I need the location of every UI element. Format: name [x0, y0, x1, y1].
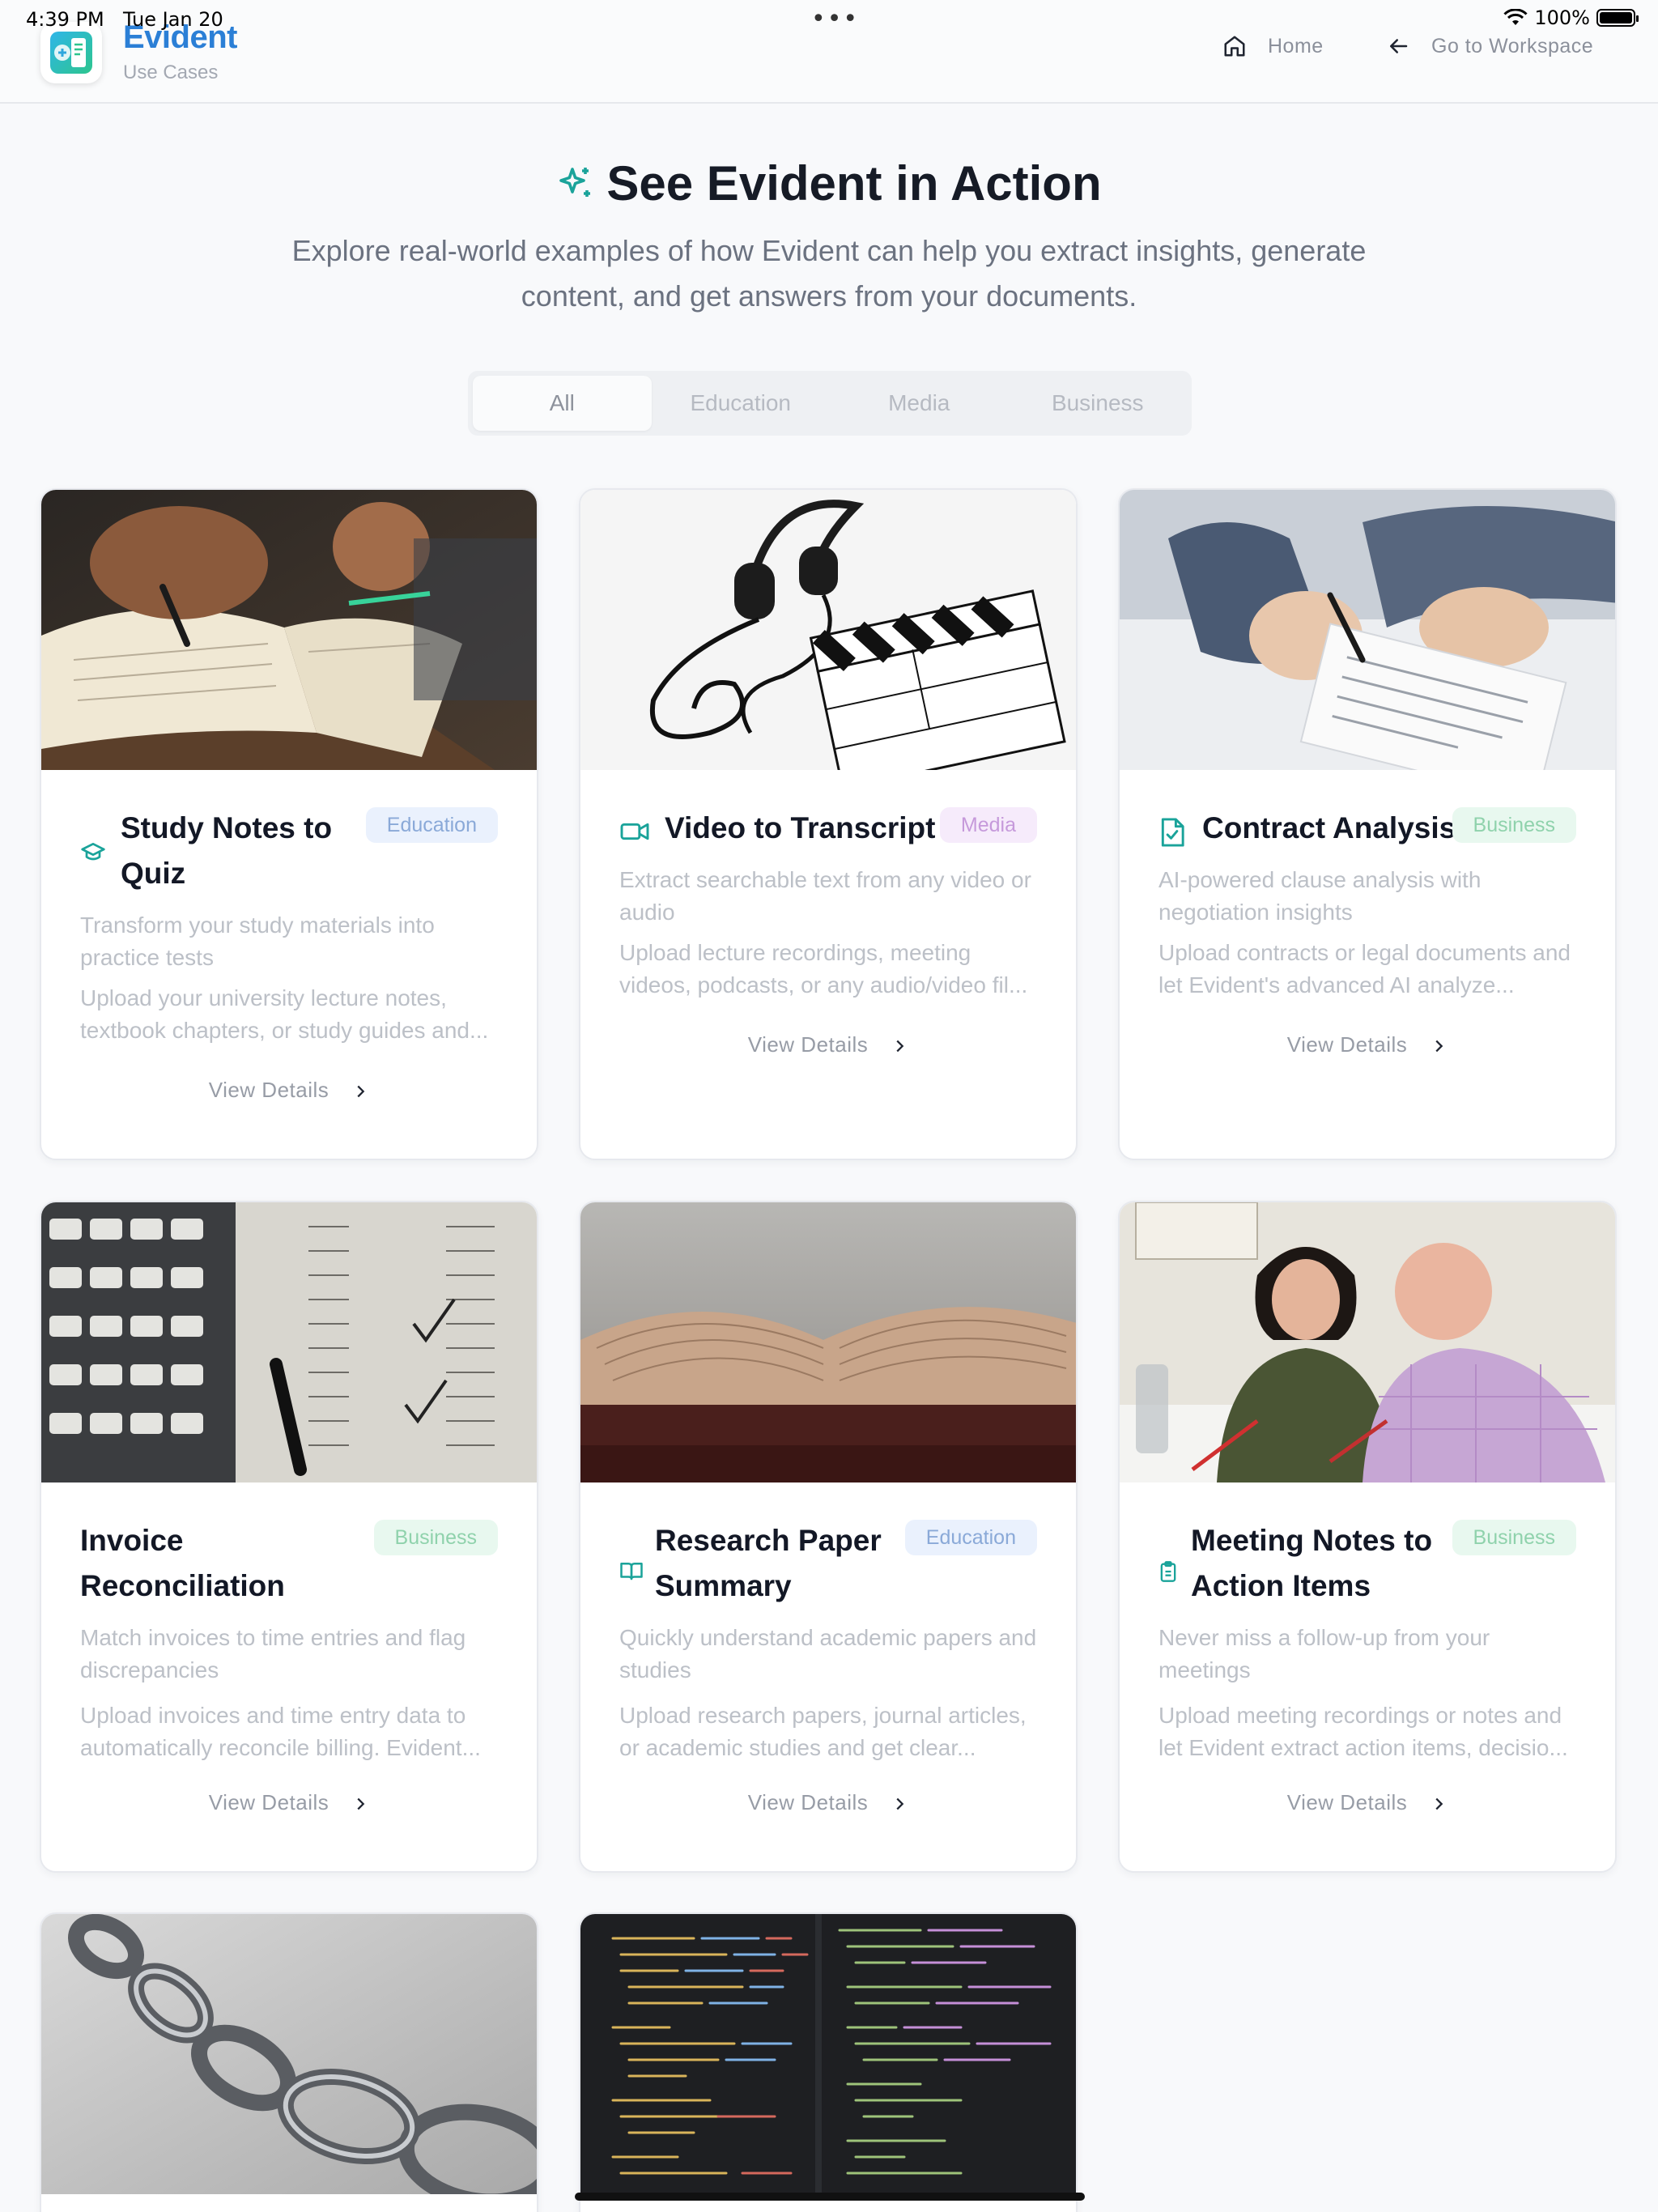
tab-business[interactable]: Business	[1009, 376, 1188, 431]
card-summary: Transform your study materials into prac…	[80, 912, 435, 970]
tab-business-label: Business	[1051, 390, 1144, 415]
chevron-right-icon	[357, 1797, 365, 1810]
go-to-workspace-label: Go to Workspace	[1431, 34, 1594, 57]
open-book-icon	[620, 1563, 643, 1580]
use-case-card-study-notes[interactable]: Study Notes to Quiz Education Transform …	[40, 488, 538, 1160]
tab-all-label: All	[549, 390, 575, 415]
use-case-card-invoice-reconciliation[interactable]: Invoice Reconciliation Business Match in…	[40, 1201, 538, 1873]
status-date: Tue Jan 20	[123, 8, 223, 31]
card-image-chain	[41, 1914, 537, 2194]
video-camera-icon	[620, 823, 649, 840]
card-description: Upload research papers, journal articles…	[619, 1703, 1027, 1760]
tab-all[interactable]: All	[473, 376, 652, 431]
go-to-workspace-link[interactable]: Go to Workspace	[1386, 34, 1593, 58]
home-link[interactable]: Home	[1222, 34, 1324, 58]
battery-percent: 100%	[1534, 6, 1590, 29]
card-image-study-notes	[41, 490, 537, 770]
use-case-card-video-transcript[interactable]: Video to Transcript Media Extract search…	[579, 488, 1078, 1160]
view-details-button[interactable]: View Details	[1120, 1032, 1615, 1057]
status-time: 4:39 PM	[26, 8, 104, 31]
view-details-button[interactable]: View Details	[41, 1790, 537, 1815]
view-details-button[interactable]: View Details	[1120, 1790, 1615, 1815]
card-description: Upload invoices and time entry data to a…	[80, 1703, 481, 1760]
card-summary: Match invoices to time entries and flag …	[80, 1625, 466, 1682]
clipboard-icon	[1160, 1561, 1176, 1582]
category-badge: Education	[904, 1520, 1037, 1555]
tab-media-label: Media	[888, 390, 950, 415]
tab-media[interactable]: Media	[830, 376, 1009, 431]
card-description: Upload your university lecture notes, te…	[80, 985, 489, 1043]
home-indicator	[575, 2193, 1085, 2201]
sparkle-icon	[559, 168, 591, 197]
card-title: Study Notes to Quiz	[121, 811, 333, 890]
card-image-contract	[1120, 490, 1615, 770]
use-case-card-meeting-notes[interactable]: Meeting Notes to Action Items Business N…	[1118, 1201, 1617, 1873]
view-details-label: View Details	[208, 1078, 329, 1102]
home-icon	[1224, 36, 1245, 57]
view-details-button[interactable]: View Details	[580, 1790, 1076, 1815]
wifi-icon	[1503, 9, 1528, 25]
page-title-text: See Evident in Action	[606, 156, 1102, 211]
use-case-card-contract-analysis[interactable]: Contract Analysis Business AI-powered cl…	[1118, 488, 1617, 1160]
category-filter-tabs: All Education Media Business	[468, 371, 1192, 436]
card-image-video-transcript	[580, 490, 1076, 770]
view-details-label: View Details	[1286, 1032, 1408, 1057]
use-case-card-chain[interactable]	[40, 1912, 538, 2212]
view-details-label: View Details	[208, 1790, 329, 1814]
card-image-meeting	[1120, 1202, 1615, 1482]
card-title: Contract Analysis	[1202, 811, 1456, 844]
view-details-label: View Details	[1286, 1790, 1408, 1814]
view-details-label: View Details	[747, 1790, 869, 1814]
chevron-right-icon	[357, 1085, 365, 1098]
card-title: Video to Transcript	[665, 811, 936, 844]
use-case-card-research-paper[interactable]: Research Paper Summary Education Quickly…	[579, 1201, 1078, 1873]
category-badge: Education	[365, 807, 498, 843]
category-badge: Business	[1452, 1520, 1576, 1555]
card-image-invoice	[41, 1202, 537, 1482]
category-badge: Business	[373, 1520, 498, 1555]
tab-education[interactable]: Education	[652, 376, 831, 431]
category-badge: Business	[1452, 807, 1576, 843]
card-title: Invoice Reconciliation	[80, 1524, 285, 1602]
card-title: Meeting Notes to Action Items	[1191, 1524, 1433, 1602]
card-image-code	[580, 1914, 1076, 2194]
card-description: Upload lecture recordings, meeting video…	[619, 940, 1028, 998]
status-bar: 4:39 PM Tue Jan 20 ••• 100%	[0, 0, 1658, 37]
card-description: Upload contracts or legal documents and …	[1158, 940, 1571, 998]
status-indicators: 100%	[1503, 6, 1639, 29]
view-details-button[interactable]: View Details	[580, 1032, 1076, 1057]
card-description: Upload meeting recordings or notes and l…	[1158, 1703, 1568, 1760]
chevron-right-icon	[896, 1040, 904, 1053]
view-details-button[interactable]: View Details	[41, 1078, 537, 1103]
card-summary: AI-powered clause analysis with negotiat…	[1158, 867, 1482, 925]
battery-icon	[1596, 9, 1639, 27]
category-badge: Media	[939, 807, 1037, 843]
chevron-right-icon	[1435, 1797, 1443, 1810]
view-details-label: View Details	[747, 1032, 869, 1057]
file-check-icon	[1161, 818, 1184, 847]
page-title: See Evident in Action	[0, 155, 1658, 211]
multitasking-dots-icon[interactable]: •••	[811, 5, 859, 33]
home-link-label: Home	[1268, 34, 1324, 57]
card-title: Research Paper Summary	[655, 1524, 882, 1602]
graduation-cap-icon	[81, 843, 105, 861]
arrow-left-icon	[1390, 39, 1408, 53]
page-description: Explore real-world examples of how Evide…	[291, 234, 1367, 313]
use-case-card-code[interactable]	[579, 1912, 1078, 2212]
page-subtitle: Use Cases	[123, 62, 219, 83]
chevron-right-icon	[896, 1797, 904, 1810]
chevron-right-icon	[1435, 1040, 1443, 1053]
card-summary: Extract searchable text from any video o…	[619, 867, 1031, 925]
card-image-research	[580, 1202, 1076, 1482]
card-summary: Never miss a follow-up from your meeting…	[1158, 1625, 1490, 1682]
tab-education-label: Education	[690, 390, 792, 415]
card-summary: Quickly understand academic papers and s…	[619, 1625, 1037, 1682]
